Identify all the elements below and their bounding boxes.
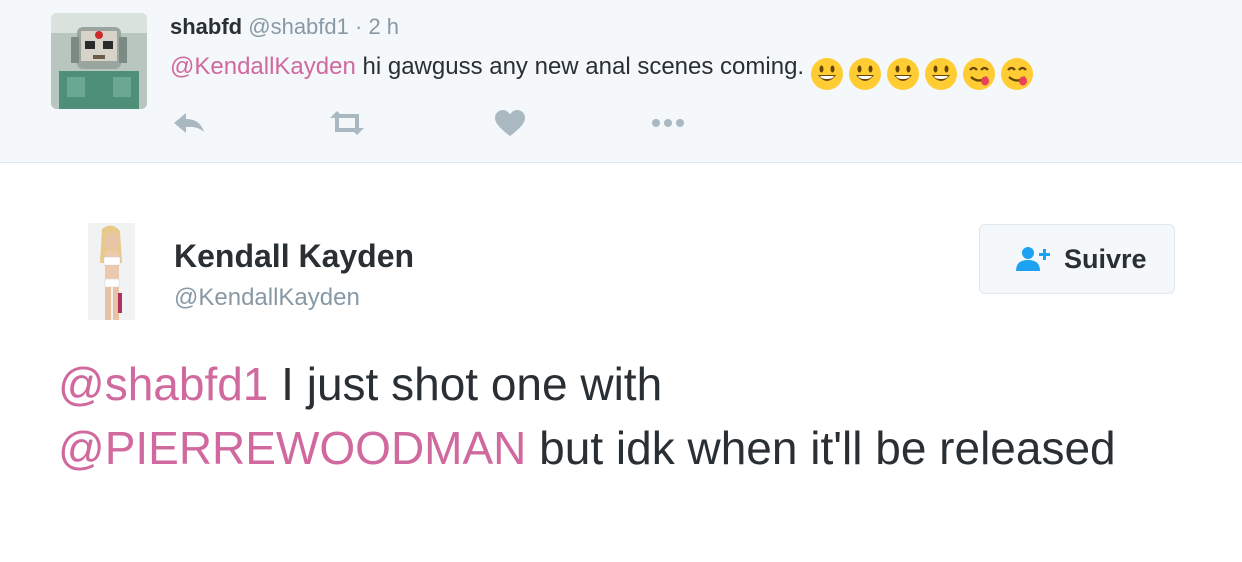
mention-link[interactable]: @shabfd1 [58, 358, 268, 410]
user-handle[interactable]: @shabfd1 [248, 14, 349, 39]
tweet-header: shabfd @shabfd1 · 2 h [170, 14, 399, 40]
timestamp[interactable]: 2 h [368, 14, 399, 39]
mention-link[interactable]: @PIERREWOODMAN [58, 422, 526, 474]
avatar[interactable] [51, 13, 147, 109]
retweet-button[interactable] [327, 108, 367, 138]
smiley-emoji [887, 57, 920, 90]
profile-photo-icon [88, 223, 135, 320]
more-button[interactable] [648, 108, 688, 138]
savoring-food-emoji [963, 57, 996, 90]
savoring-food-emoji [1001, 57, 1034, 90]
smiley-emoji [925, 57, 958, 90]
tweet-body: I just shot one with [268, 358, 663, 410]
cartoon-avatar-icon [51, 13, 147, 109]
author-handle[interactable]: @KendallKayden [174, 284, 360, 312]
reply-button[interactable] [170, 108, 210, 138]
like-button[interactable] [490, 108, 530, 138]
follow-button[interactable]: Suivre [979, 224, 1175, 294]
smiley-emoji [849, 57, 882, 90]
more-icon [652, 119, 684, 127]
avatar[interactable] [88, 223, 135, 320]
tweet-text: @shabfd1 I just shot one with @PIERREWOOD… [58, 352, 1198, 480]
follow-label: Suivre [1064, 244, 1147, 274]
smiley-emoji [811, 57, 844, 90]
heart-icon [495, 110, 525, 136]
mention-link[interactable]: @KendallKayden [170, 53, 356, 80]
separator: · [355, 14, 363, 39]
tweet-text: @KendallKayden hi gawguss any new anal s… [170, 52, 1038, 91]
add-user-icon [1016, 247, 1050, 271]
tweet-body: hi gawguss any new anal scenes coming. [355, 53, 805, 80]
tweet-body: but idk when it'll be released [526, 422, 1116, 474]
author-name[interactable]: Kendall Kayden [174, 238, 414, 275]
parent-tweet: shabfd @shabfd1 · 2 h @KendallKayden hi … [0, 0, 1242, 163]
emoji-group [810, 57, 1038, 91]
reply-icon [174, 113, 204, 133]
retweet-icon [330, 111, 364, 135]
display-name[interactable]: shabfd [170, 14, 242, 39]
